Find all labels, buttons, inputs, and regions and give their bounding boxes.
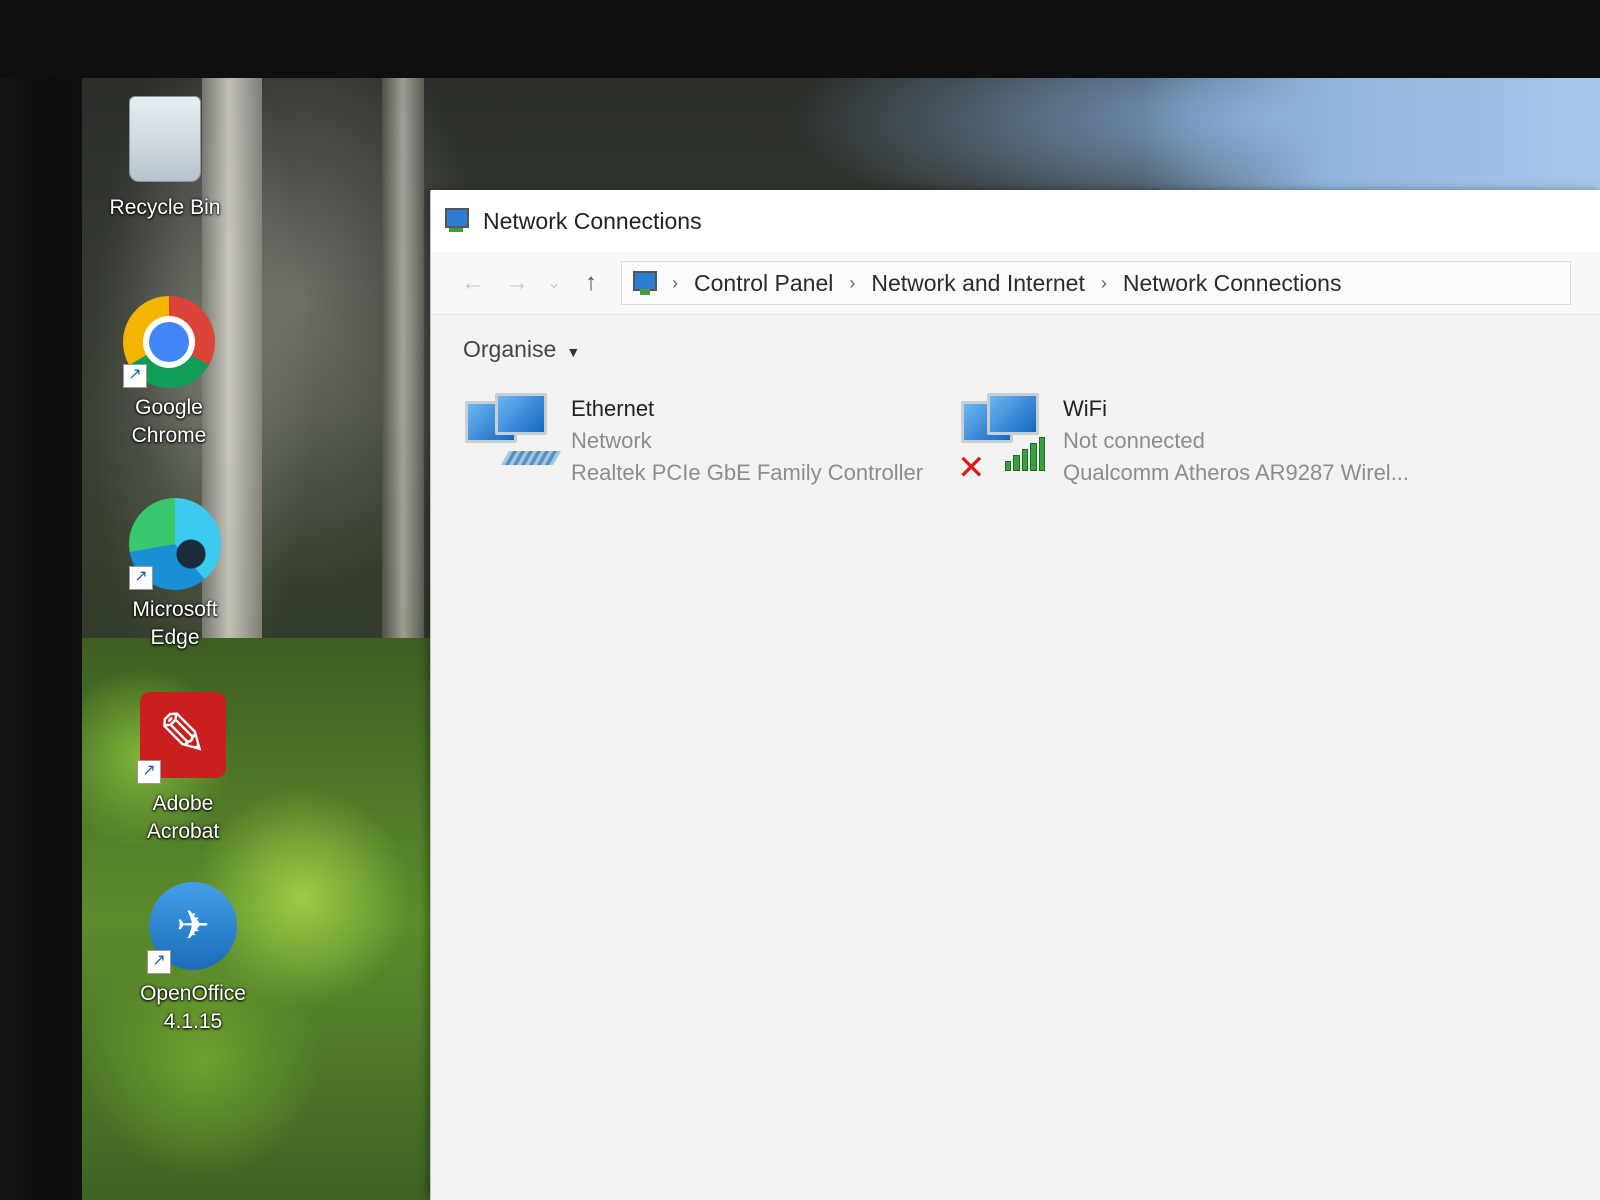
recycle-bin-icon (119, 96, 211, 188)
recent-locations-chevron-icon[interactable]: ⌄ (539, 273, 569, 293)
connection-name: WiFi (1063, 396, 1107, 421)
shortcut-arrow-icon: ↗ (137, 760, 161, 784)
wifi-adapter-icon: ✕ (957, 393, 1053, 485)
chrome-icon: ↗ (123, 296, 215, 388)
network-connections-icon (443, 208, 469, 234)
shortcut-arrow-icon: ↗ (129, 566, 153, 590)
organise-label: Organise (463, 335, 557, 362)
desktop-icon-label: Google Chrome (131, 396, 207, 447)
desktop-icon-recycle-bin[interactable]: Recycle Bin (90, 96, 240, 222)
window-title: Network Connections (483, 207, 702, 234)
desktop-icon-google-chrome[interactable]: ↗ Google Chrome (94, 296, 244, 450)
connections-list: Ethernet Network Realtek PCIe GbE Family… (431, 383, 1600, 1083)
address-bar[interactable]: › Control Panel › Network and Internet ›… (621, 261, 1571, 305)
organise-button[interactable]: Organise ▼ (463, 336, 580, 363)
desktop-icon-label: Adobe Acrobat (146, 792, 220, 843)
disconnected-x-icon: ✕ (957, 449, 986, 487)
title-bar[interactable]: Network Connections (431, 190, 1600, 252)
connection-adapter: Realtek PCIe GbE Family Controller (571, 460, 924, 485)
shortcut-arrow-icon: ↗ (147, 950, 171, 974)
signal-strength-icon (1005, 437, 1046, 471)
connection-status: Network (571, 428, 652, 453)
navigation-bar: ← → ⌄ ↑ › Control Panel › Network and In… (431, 252, 1600, 315)
up-arrow-icon[interactable]: ↑ (569, 269, 613, 297)
breadcrumb-network-and-internet[interactable]: Network and Internet (871, 270, 1085, 297)
edge-icon: ↗ (129, 498, 221, 590)
breadcrumb-network-connections[interactable]: Network Connections (1123, 270, 1342, 297)
desktop-icon-adobe-acrobat[interactable]: ✎ ↗ Adobe Acrobat (108, 692, 258, 846)
ethernet-adapter-icon (465, 393, 562, 485)
back-arrow-icon[interactable]: ← (451, 269, 495, 297)
connection-adapter: Qualcomm Atheros AR9287 Wirel... (1063, 460, 1410, 485)
monitor-bezel-top (0, 0, 1600, 78)
connection-item-ethernet[interactable]: Ethernet Network Realtek PCIe GbE Family… (465, 393, 923, 489)
desktop-icon-label: Microsoft Edge (132, 598, 218, 649)
desktop-icon-label: OpenOffice 4.1.15 (140, 982, 246, 1033)
shortcut-arrow-icon: ↗ (123, 364, 147, 388)
breadcrumb-chevron-icon[interactable]: › (849, 273, 855, 294)
control-panel-icon (630, 269, 658, 297)
monitor-bezel-left (0, 0, 82, 1200)
connection-item-wifi[interactable]: ✕ WiFi Not connected Qualcomm Atheros AR… (957, 393, 1409, 489)
desktop-icon-microsoft-edge[interactable]: ↗ Microsoft Edge (100, 498, 250, 652)
acrobat-icon: ✎ ↗ (137, 692, 229, 784)
connection-name: Ethernet (571, 396, 655, 421)
dropdown-arrow-icon: ▼ (566, 343, 581, 360)
forward-arrow-icon[interactable]: → (495, 269, 539, 297)
desktop-icon-openoffice[interactable]: ✈ ↗ OpenOffice 4.1.15 (118, 882, 268, 1036)
breadcrumb-chevron-icon[interactable]: › (1101, 273, 1107, 294)
network-connections-window: Network Connections ← → ⌄ ↑ › Control Pa… (430, 190, 1600, 1200)
desktop-icon-label: Recycle Bin (109, 196, 221, 219)
openoffice-icon: ✈ ↗ (147, 882, 239, 974)
wallpaper-sky (1142, 78, 1600, 198)
wallpaper-tree (382, 78, 424, 718)
command-bar: Organise ▼ (431, 315, 1600, 383)
breadcrumb-control-panel[interactable]: Control Panel (694, 270, 833, 297)
connection-status: Not connected (1063, 428, 1205, 453)
breadcrumb-chevron-icon[interactable]: › (672, 273, 678, 294)
